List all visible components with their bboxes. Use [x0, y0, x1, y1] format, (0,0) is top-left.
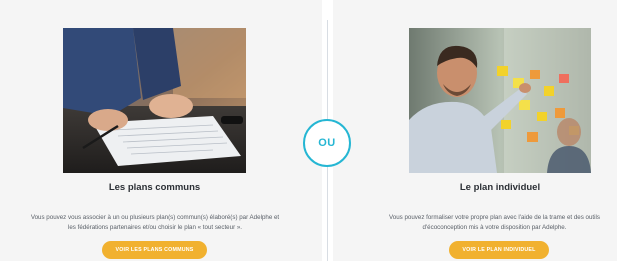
or-separator-label: OU	[318, 137, 336, 149]
right-card-title: Le plan individuel	[459, 182, 541, 193]
left-card-description: Vous pouvez vous associer à un ou plusie…	[30, 214, 280, 231]
page: OU Les plans communs Vous pouvez vous as…	[0, 0, 617, 261]
view-individual-plan-button[interactable]: VOIR LE PLAN INDIVIDUEL	[449, 241, 549, 259]
team-sticky-notes-photo	[409, 28, 591, 173]
left-card-title: Les plans communs	[108, 182, 201, 193]
view-common-plans-button[interactable]: VOIR LES PLANS COMMUNS	[102, 241, 207, 259]
right-card-description: Vous pouvez formaliser votre propre plan…	[389, 214, 600, 231]
signing-documents-photo	[63, 28, 246, 173]
or-separator-badge: OU	[303, 119, 351, 167]
